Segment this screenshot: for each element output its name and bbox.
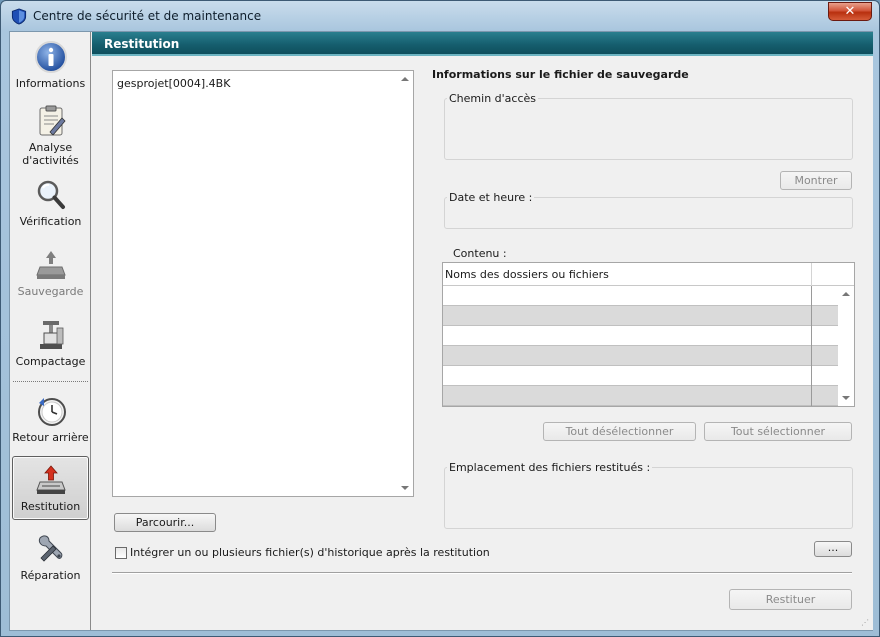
table-row[interactable] [443,346,839,366]
ellipsis-button[interactable]: ... [814,541,852,557]
sidebar-item-label: Restitution [20,500,81,513]
title-bar[interactable]: Centre de sécurité et de maintenance ✕ [1,1,879,31]
sidebar-item-label: Analyse d'activités [22,141,79,167]
sidebar-item-restitution[interactable]: Restitution [12,456,89,520]
panel-title: Restitution [104,37,180,51]
table-row[interactable] [443,386,839,406]
cell-divider [811,326,812,346]
table-row[interactable] [443,306,839,326]
restore-location-label: Emplacement des fichiers restitués : [447,461,653,474]
sidebar-item-sauvegarde[interactable]: Sauvegarde [12,248,89,302]
info-icon [34,41,67,73]
path-label: Chemin d'accès [447,92,539,105]
table-scrollbar[interactable] [838,286,854,406]
sidebar-item-analyse[interactable]: Analyse d'activités [12,104,89,167]
backup-icon [35,251,66,279]
magnifier-icon [37,180,65,209]
sidebar-item-label: Compactage [15,355,86,368]
cell-divider [811,366,812,386]
table-row[interactable] [443,326,839,346]
scroll-down-icon[interactable] [401,486,409,490]
clipboard-icon [39,105,66,136]
path-group [444,98,853,160]
column-divider [811,263,812,286]
integrate-history-label[interactable]: Intégrer un ou plusieurs fichier(s) d'hi… [130,546,490,559]
browse-button[interactable]: Parcourir... [114,513,216,532]
resize-grip-icon[interactable]: ⋰ [861,618,871,628]
shield-icon [11,8,27,25]
sidebar-item-retour-arriere[interactable]: Retour arrière [12,394,89,450]
restore-button[interactable]: Restituer [729,589,852,610]
wrench-icon [38,535,62,562]
cell-divider [811,346,812,366]
scroll-up-icon[interactable] [842,292,850,296]
select-all-button[interactable]: Tout sélectionner [704,422,852,441]
integrate-history-checkbox[interactable] [115,547,127,559]
app-window: Centre de sécurité et de maintenance ✕ I… [0,0,880,637]
sidebar-item-informations[interactable]: Informations [12,40,89,98]
column-header-names[interactable]: Noms des dossiers ou fichiers [445,268,609,281]
list-item[interactable]: gesprojet[0004].4BK [117,77,230,90]
compress-icon [39,321,63,349]
backup-file-list[interactable]: gesprojet[0004].4BK [112,70,414,497]
window-title: Centre de sécurité et de maintenance [33,9,262,23]
content-table[interactable]: Noms des dossiers ou fichiers [442,262,855,407]
scroll-down-icon[interactable] [842,396,850,400]
show-button[interactable]: Montrer [780,171,852,190]
divider [112,572,852,574]
datetime-label: Date et heure : [447,191,535,204]
cell-divider [811,386,812,406]
file-list-scrollbar[interactable] [397,71,413,496]
sidebar-item-compactage[interactable]: Compactage [12,318,89,372]
panel-header: Restitution [92,32,873,56]
sidebar-item-reparation[interactable]: Réparation [12,532,89,588]
restore-location-group [444,467,853,529]
table-row[interactable] [443,286,839,306]
client-area: Informations Analyse d'activités Vérific… [9,31,873,631]
sidebar-item-label: Vérification [19,215,82,228]
table-row[interactable] [443,366,839,386]
table-header[interactable]: Noms des dossiers ou fichiers [443,263,854,286]
cell-divider [811,286,812,306]
content-label: Contenu : [451,247,509,260]
sidebar-item-label: Informations [15,77,86,90]
scroll-up-icon[interactable] [401,77,409,81]
sidebar-item-label: Sauvegarde [17,285,84,298]
restore-icon [35,465,66,494]
sidebar-item-label: Réparation [20,569,81,582]
deselect-all-button[interactable]: Tout désélectionner [543,422,696,441]
sidebar-item-label: Retour arrière [12,431,89,444]
sidebar-item-verification[interactable]: Vérification [12,178,89,232]
sidebar-divider [13,381,88,382]
sidebar-nav: Informations Analyse d'activités Vérific… [10,32,91,630]
rollback-clock-icon [37,398,66,426]
backup-info-title: Informations sur le fichier de sauvegard… [432,68,689,81]
close-button[interactable]: ✕ [828,2,872,21]
restitution-panel: Restitution gesprojet[0004].4BK Parcouri… [92,32,873,630]
cell-divider [811,306,812,326]
